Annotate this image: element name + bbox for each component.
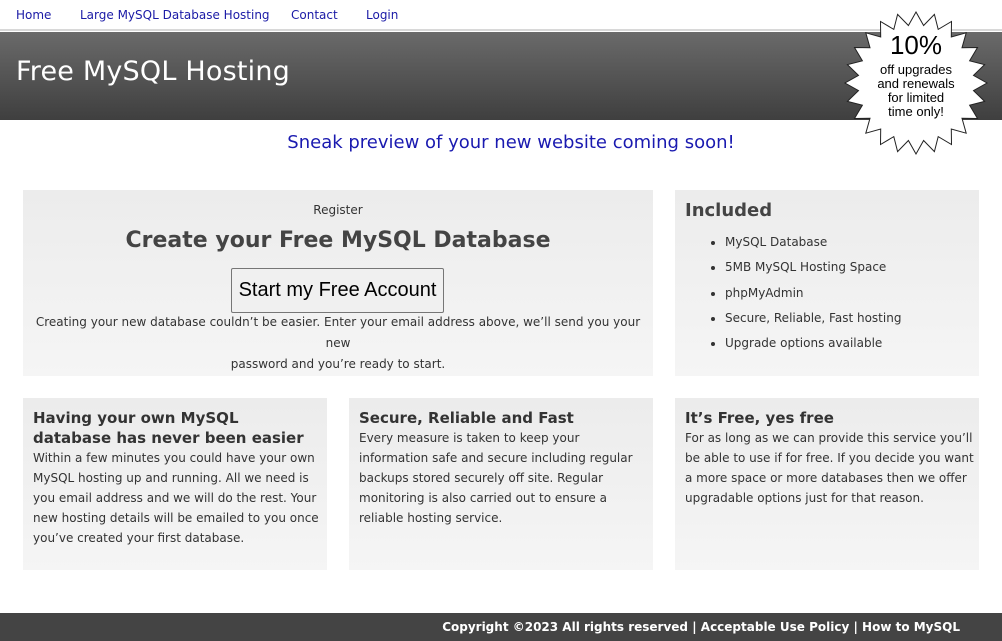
register-desc-line-2: password and you’re ready to start.: [230, 357, 446, 371]
included-item: Secure, Reliable, Fast hosting: [725, 310, 901, 335]
feature-title: It’s Free, yes free: [685, 409, 834, 427]
copyright-text: Copyright ©2023 All rights reserved: [442, 620, 689, 634]
badge-percent: 10%: [889, 30, 943, 60]
footer-link-aup[interactable]: Acceptable Use Policy: [701, 620, 850, 634]
site-title: Free MySQL Hosting: [16, 56, 290, 87]
tagline: Sneak preview of your new website coming…: [287, 132, 735, 153]
included-panel: Included MySQL Database 5MB MySQL Hostin…: [675, 190, 979, 376]
included-item: 5MB MySQL Hosting Space: [725, 259, 901, 284]
feature-panel-free: It’s Free, yes free For as long as we ca…: [675, 398, 979, 570]
footer-separator: |: [849, 620, 863, 634]
feature-panel-easy: Having your own MySQL database has never…: [23, 398, 327, 570]
footer-separator: |: [688, 620, 701, 634]
feature-panel-secure: Secure, Reliable and Fast Every measure …: [349, 398, 653, 570]
included-title: Included: [685, 200, 773, 221]
badge-line-3: for limited: [887, 90, 945, 105]
footer-text: Copyright ©2023 All rights reserved | Ac…: [442, 620, 960, 634]
included-item: Upgrade options available: [725, 335, 901, 360]
badge-line-2: and renewals: [877, 76, 955, 91]
nav-link-home[interactable]: Home: [16, 8, 51, 22]
included-item: MySQL Database: [725, 234, 901, 259]
feature-text: For as long as we can provide this servi…: [685, 431, 974, 505]
register-label: Register: [313, 203, 363, 217]
footer-link-how-to[interactable]: How to MySQL: [862, 620, 960, 634]
register-description: Creating your new database couldn’t be e…: [23, 312, 653, 375]
included-item: phpMyAdmin: [725, 285, 901, 310]
nav-link-login[interactable]: Login: [366, 8, 398, 22]
register-panel: Register Create your Free MySQL Database…: [23, 190, 653, 376]
site-footer: Copyright ©2023 All rights reserved | Ac…: [0, 613, 1002, 641]
feature-text: Within a few minutes you could have your…: [33, 451, 319, 545]
register-title: Create your Free MySQL Database: [125, 228, 551, 253]
nav-link-large-hosting[interactable]: Large MySQL Database Hosting: [80, 8, 270, 22]
feature-title: Having your own MySQL database has never…: [33, 409, 304, 447]
feature-text: Every measure is taken to keep your info…: [359, 431, 633, 525]
register-desc-line-1: Creating your new database couldn’t be e…: [35, 315, 641, 350]
start-free-account-button[interactable]: Start my Free Account: [231, 268, 444, 313]
badge-line-4: time only!: [888, 104, 944, 119]
included-list: MySQL Database 5MB MySQL Hosting Space p…: [725, 234, 901, 360]
nav-link-contact[interactable]: Contact: [291, 8, 338, 22]
feature-title: Secure, Reliable and Fast: [359, 409, 574, 427]
badge-line-1: off upgrades: [879, 62, 953, 77]
